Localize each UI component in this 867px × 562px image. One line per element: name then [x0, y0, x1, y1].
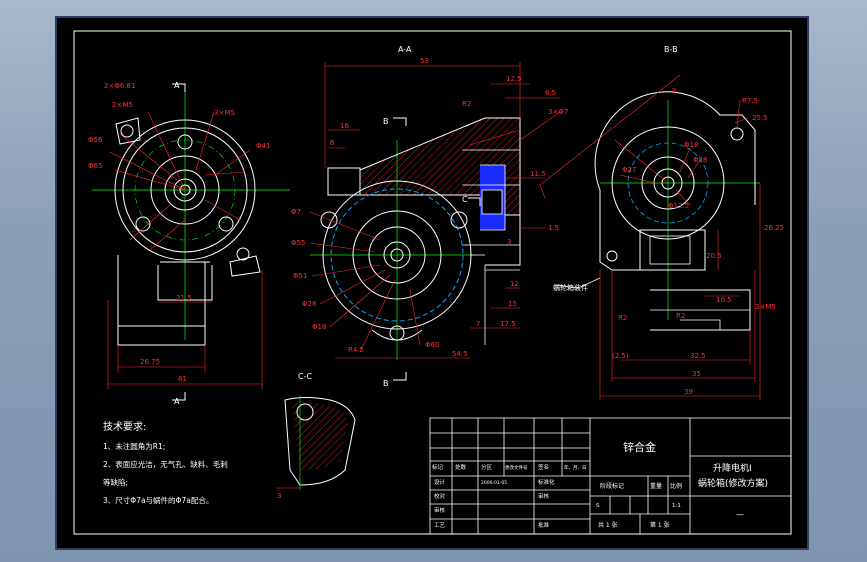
tb-approve: 批准 — [538, 521, 550, 529]
dim-phi12-5: Φ12.5 — [668, 202, 689, 210]
tech-line-3: 等缺陷; — [103, 477, 128, 487]
dim-26-25: 26.25 — [764, 224, 784, 232]
dim-phi27: Φ27 — [622, 166, 636, 174]
section-cc-title: C-C — [298, 372, 312, 381]
insert-window — [481, 189, 503, 215]
dim-phi18: Φ18 — [312, 323, 326, 331]
dim-3: 3 — [672, 87, 676, 95]
tb-check: 校对 — [434, 492, 446, 500]
tb-scale: 比例 — [670, 482, 682, 490]
tb-head-sign: 签名 — [538, 463, 549, 471]
dim-1-5: 1.5 — [548, 224, 559, 232]
section-mark-a-bottom: A — [174, 397, 180, 406]
tb-name-1: 升降电机Ⅰ — [713, 462, 752, 474]
dim-2x6-81: 2×Φ6.81 — [104, 82, 135, 90]
dim-phi65: Φ65 — [88, 162, 102, 170]
dim-3xm5-right: 3×M5 — [755, 303, 776, 311]
tb-head-date: 年、月、日 — [564, 464, 587, 471]
dim-3xm5: 3×M5 — [214, 109, 235, 117]
tb-process: 工艺 — [434, 522, 446, 529]
tech-line-4: 3、尺寸Φ7a与蜗件的Φ7a配合。 — [103, 495, 213, 505]
dim-32-5: 32.5 — [690, 352, 706, 360]
dim-21-5: 21.5 — [176, 294, 192, 302]
dim-15: 15 — [508, 300, 517, 308]
dim-39: 39 — [684, 388, 693, 396]
dim-3xphi7: 3×Φ7 — [548, 108, 568, 116]
section-bb-title: B-B — [664, 45, 678, 54]
dim-cc-3: 3 — [277, 492, 281, 500]
section-mark-c: C — [462, 195, 468, 204]
tb-name-2: 蜗轮箱(修改方案) — [698, 477, 768, 489]
tb-review-left: 审核 — [434, 506, 446, 514]
dim-r2: R2 — [462, 100, 471, 108]
tb-material: 锌合金 — [623, 440, 656, 454]
dim-2xm5: 2×M5 — [112, 101, 133, 109]
dim-35: 35 — [692, 370, 701, 378]
tb-standard: 标准化 — [538, 478, 555, 486]
dim-17-5: 17.5 — [500, 320, 516, 328]
dim-20-5: 20.5 — [706, 252, 722, 260]
tb-review: 审核 — [538, 492, 550, 500]
dim-10-5: 10.5 — [716, 296, 732, 304]
dim-phi60: Φ60 — [425, 341, 439, 349]
dim-26-75: 26.75 — [140, 358, 160, 366]
dim-phi7: Φ7 — [291, 208, 301, 216]
section-mark-a-top: A — [174, 81, 180, 90]
dim-phi18: Φ18 — [684, 141, 698, 149]
tb-design: 设计 — [434, 478, 446, 486]
tech-title: 技术要求: — [103, 420, 146, 433]
dim-7: 7 — [476, 320, 480, 328]
dim-61: 61 — [178, 375, 187, 383]
dim-2-5: (2.5) — [612, 352, 629, 360]
tb-head-file: 更改文件号 — [505, 464, 528, 471]
dim-phi28: Φ28 — [302, 300, 316, 308]
tech-line-2: 2、表面应光洁，无气孔、缺料、毛刺 — [103, 459, 228, 469]
dim-phi41: Φ41 — [256, 142, 270, 150]
section-aa-title: A-A — [398, 45, 412, 54]
tb-sheet-total: 共 1 张 — [598, 521, 618, 529]
dim-phi28: Φ28 — [693, 156, 707, 164]
cc-hole — [296, 403, 314, 421]
tb-head-mark: 标记 — [432, 463, 444, 471]
dim-11-5: 11.5 — [530, 170, 546, 178]
dim-6: 6 — [330, 139, 335, 147]
dim-r7-5: R7.5 — [742, 97, 758, 105]
dim-r4-5: R4.5 — [348, 346, 364, 354]
section-mark-b-top: B — [383, 117, 389, 126]
tb-scale-value: 1:1 — [672, 503, 681, 509]
dim-53: 53 — [420, 57, 429, 65]
tb-head-count: 处数 — [455, 463, 467, 471]
callout-worm-part: 蜗轮箱装件 — [553, 283, 588, 292]
tb-stage-s: S — [596, 503, 600, 509]
tb-sheet-num: 第 1 张 — [650, 521, 670, 529]
dim-6-5: 6.5 — [545, 89, 556, 97]
tb-stage: 阶段标记 — [600, 482, 624, 490]
dim-r2-a: R2 — [618, 314, 627, 322]
tb-design-date: 2006-01-05 — [481, 480, 507, 486]
dim-12-5: 12.5 — [506, 75, 522, 83]
dim-phi55: Φ55 — [291, 239, 305, 247]
tb-drawing-no: — — [736, 510, 744, 519]
cad-drawing: 2×Φ6.81 2×M5 3×M5 Φ56 Φ65 Φ41 21.5 26.75… — [55, 16, 809, 550]
section-bb-title-text: B-B — [664, 45, 678, 54]
tb-head-zone: 分区 — [481, 463, 493, 471]
dim-12: 12 — [510, 280, 519, 288]
dim-54-5: 54.5 — [452, 350, 468, 358]
dim-16: 16 — [340, 122, 349, 130]
dim-3: 3 — [507, 238, 511, 246]
tb-weight: 重量 — [650, 482, 662, 490]
section-mark-b-bottom: B — [383, 379, 389, 388]
dim-phi56: Φ56 — [88, 136, 103, 144]
dim-phi51: Φ51 — [293, 272, 307, 280]
dim-25-5: 25.5 — [752, 114, 768, 122]
tech-line-1: 1、未注圆角为R1; — [103, 441, 165, 451]
dim-r2-b: R2 — [676, 312, 685, 320]
